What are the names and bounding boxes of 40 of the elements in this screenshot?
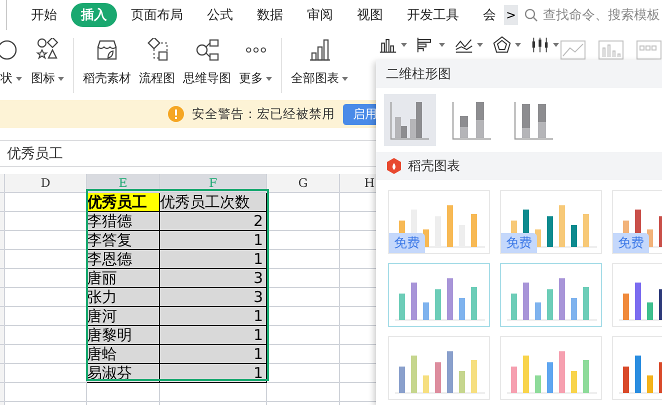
ribbon-tab[interactable]: 公式 <box>197 3 243 27</box>
table-cell: 1 <box>160 231 267 250</box>
warning-text: 安全警告：宏已经被禁用 <box>192 106 335 122</box>
ribbon-tab[interactable]: 数据 <box>247 3 293 27</box>
ribbon-button[interactable]: 全部图表 <box>287 38 352 87</box>
ribbon-tab[interactable]: 页面布局 <box>121 3 193 27</box>
formula-bar-value: 优秀员工 <box>7 144 63 162</box>
table-cell: 唐河 <box>87 307 160 326</box>
menu-section-title: 稻壳图表 <box>408 158 460 175</box>
scroll-tabs-button[interactable]: > <box>504 5 518 25</box>
ribbon-tab[interactable]: 审阅 <box>297 3 343 27</box>
table-cell: 李答复 <box>87 231 160 250</box>
table-cell: 优秀员工次数 <box>160 193 267 212</box>
ribbon-button[interactable]: 流程图 <box>135 38 179 87</box>
column-header[interactable]: G <box>267 174 340 193</box>
table-cell: 1 <box>160 250 267 269</box>
ribbon-tab[interactable]: 开始 <box>21 3 67 27</box>
ribbon-tab[interactable]: 视图 <box>347 3 393 27</box>
ribbon-button[interactable]: 状 <box>0 38 27 87</box>
table-cell: 2 <box>160 212 267 231</box>
table-cell: 1 <box>160 345 267 364</box>
table-cell: 李猎德 <box>87 212 160 231</box>
ribbon-tab[interactable]: 会 <box>473 3 506 27</box>
table-cell: 唐丽 <box>87 269 160 288</box>
ribbon-tab[interactable]: 开发工具 <box>397 3 469 27</box>
column-header[interactable]: D <box>5 174 87 193</box>
menu-section-title: 二维柱形图 <box>386 66 451 83</box>
table-cell: 1 <box>160 326 267 345</box>
table-cell: 李恩德 <box>87 250 160 269</box>
search-field[interactable]: 查找命令、搜索模板 <box>541 6 662 24</box>
ribbon-button[interactable]: 更多 <box>235 38 276 87</box>
table-cell: 唐黎明 <box>87 326 160 345</box>
table-cell: 3 <box>160 269 267 288</box>
ribbon-button[interactable]: 思维导图 <box>179 38 235 87</box>
table-cell: 1 <box>160 307 267 326</box>
table-cell: 3 <box>160 288 267 307</box>
ribbon-button[interactable]: 图标 <box>27 38 68 87</box>
table-cell: 张力 <box>87 288 160 307</box>
ribbon-button[interactable]: 稻壳素材 <box>79 38 135 87</box>
table-cell: 唐蛤 <box>87 345 160 364</box>
